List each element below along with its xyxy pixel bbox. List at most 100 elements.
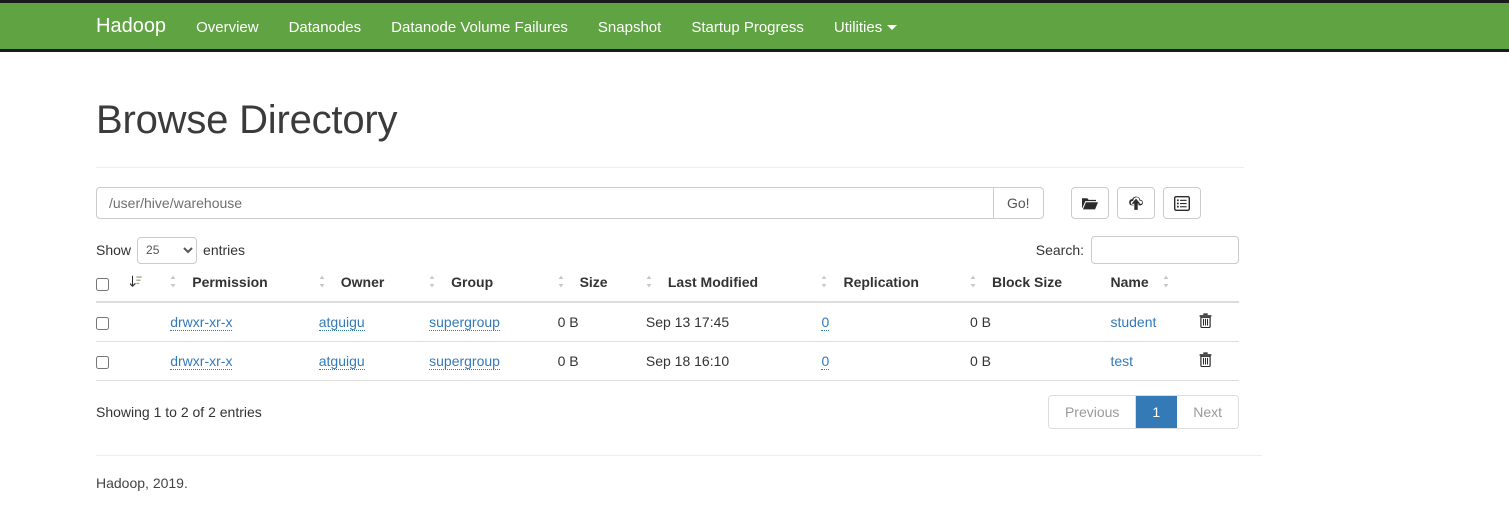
chevron-down-icon — [887, 25, 897, 30]
table-row: drwxr-xr-x atguigu supergroup 0 B Sep 13… — [96, 302, 1239, 342]
new-directory-button[interactable] — [1071, 187, 1109, 219]
pagination-page-1[interactable]: 1 — [1136, 396, 1177, 428]
cell-group: supergroup — [429, 342, 557, 381]
entries-per-page-select[interactable]: 25 — [137, 237, 197, 264]
sort-icon-size[interactable] — [558, 275, 568, 291]
th-name[interactable]: Name — [1110, 274, 1198, 302]
th-sort-all[interactable] — [130, 274, 170, 302]
sort-icon-owner[interactable] — [319, 275, 329, 291]
pagination-next[interactable]: Next — [1177, 396, 1238, 428]
row-spacer-cell — [130, 302, 170, 342]
brand-logo[interactable]: Hadoop — [96, 16, 166, 36]
group-link[interactable]: supergroup — [429, 353, 500, 370]
th-group[interactable]: Group — [429, 274, 557, 302]
cell-block-size: 0 B — [970, 302, 1110, 342]
sort-icon-last-modified[interactable] — [646, 275, 656, 291]
path-input-group: Go! — [96, 187, 1044, 219]
show-label: Show — [96, 242, 131, 258]
group-link[interactable]: supergroup — [429, 314, 500, 331]
show-entries-control: Show 25 entries — [96, 237, 245, 264]
file-name-link[interactable]: student — [1110, 314, 1156, 330]
entries-label: entries — [203, 242, 245, 258]
trash-icon — [1199, 355, 1212, 370]
th-size-label: Size — [580, 274, 608, 290]
path-bar-row: Go! — [96, 187, 1413, 219]
cut-paste-button[interactable] — [1163, 187, 1201, 219]
row-select-cell[interactable] — [96, 302, 130, 342]
th-owner[interactable]: Owner — [319, 274, 429, 302]
cell-replication: 0 — [821, 302, 970, 342]
table-info: Showing 1 to 2 of 2 entries — [96, 404, 262, 420]
delete-row-button[interactable] — [1199, 352, 1212, 367]
th-permission-label: Permission — [192, 274, 267, 290]
sort-amount-icon[interactable] — [130, 275, 142, 291]
th-permission[interactable]: Permission — [170, 274, 319, 302]
table-header-row: Permission Owner Group Size — [96, 274, 1239, 302]
th-replication[interactable]: Replication — [821, 274, 970, 302]
table-body: drwxr-xr-x atguigu supergroup 0 B Sep 13… — [96, 302, 1239, 381]
th-actions — [1199, 274, 1239, 302]
cell-size: 0 B — [558, 342, 646, 381]
th-last-modified[interactable]: Last Modified — [646, 274, 822, 302]
row-spacer-cell — [130, 342, 170, 381]
sidebar-item-datanodes[interactable]: Datanodes — [289, 19, 362, 37]
sort-icon-replication[interactable] — [821, 275, 831, 291]
pagination: Previous 1 Next — [1048, 395, 1239, 429]
sort-icon-group[interactable] — [429, 275, 439, 291]
navbar-items: Hadoop Overview Datanodes Datanode Volum… — [0, 16, 897, 37]
table-controls: Show 25 entries Search: — [96, 236, 1239, 264]
table-row: drwxr-xr-x atguigu supergroup 0 B Sep 18… — [96, 342, 1239, 381]
cell-permission: drwxr-xr-x — [170, 302, 319, 342]
row-select-cell[interactable] — [96, 342, 130, 381]
permission-link[interactable]: drwxr-xr-x — [170, 353, 232, 370]
go-button[interactable]: Go! — [993, 187, 1044, 219]
main-container: Browse Directory Go! — [0, 97, 1509, 491]
replication-link[interactable]: 0 — [821, 314, 829, 331]
cell-owner: atguigu — [319, 342, 429, 381]
th-replication-label: Replication — [843, 274, 918, 290]
sidebar-item-startup-progress[interactable]: Startup Progress — [691, 19, 804, 37]
cell-last-modified: Sep 18 16:10 — [646, 342, 822, 381]
delete-row-button[interactable] — [1199, 313, 1212, 328]
row-checkbox[interactable] — [96, 356, 109, 369]
th-block-size[interactable]: Block Size — [970, 274, 1110, 302]
file-name-link[interactable]: test — [1110, 353, 1133, 369]
sort-icon-name[interactable] — [1163, 275, 1173, 291]
table-footer: Showing 1 to 2 of 2 entries Previous 1 N… — [96, 395, 1239, 429]
sidebar-item-snapshot[interactable]: Snapshot — [598, 19, 661, 37]
footer-divider — [96, 455, 1262, 456]
sidebar-item-overview[interactable]: Overview — [196, 19, 259, 37]
directory-path-input[interactable] — [96, 187, 993, 219]
upload-files-button[interactable] — [1117, 187, 1155, 219]
page-footer: Hadoop, 2019. — [96, 475, 1413, 491]
search-control: Search: — [1036, 236, 1239, 264]
permission-link[interactable]: drwxr-xr-x — [170, 314, 232, 331]
th-owner-label: Owner — [341, 274, 385, 290]
th-size[interactable]: Size — [558, 274, 646, 302]
owner-link[interactable]: atguigu — [319, 353, 365, 370]
sort-icon-permission[interactable] — [170, 275, 180, 291]
cell-actions — [1199, 342, 1239, 381]
th-group-label: Group — [451, 274, 493, 290]
cell-permission: drwxr-xr-x — [170, 342, 319, 381]
owner-link[interactable]: atguigu — [319, 314, 365, 331]
pagination-previous[interactable]: Previous — [1049, 396, 1136, 428]
replication-link[interactable]: 0 — [821, 353, 829, 370]
cloud-upload-icon — [1127, 196, 1145, 211]
search-input[interactable] — [1091, 236, 1239, 264]
select-all-checkbox[interactable] — [96, 278, 109, 291]
cell-name: student — [1110, 302, 1198, 342]
trash-icon — [1199, 316, 1212, 331]
sort-icon-block-size[interactable] — [970, 275, 980, 291]
cell-actions — [1199, 302, 1239, 342]
th-select-all[interactable] — [96, 274, 130, 302]
sidebar-item-datanode-volume-failures[interactable]: Datanode Volume Failures — [391, 19, 568, 37]
cell-group: supergroup — [429, 302, 557, 342]
sidebar-item-utilities[interactable]: Utilities — [834, 19, 897, 37]
cell-replication: 0 — [821, 342, 970, 381]
row-checkbox[interactable] — [96, 317, 109, 330]
table-header: Permission Owner Group Size — [96, 274, 1239, 302]
page-title: Browse Directory — [96, 97, 1413, 143]
th-block-size-label: Block Size — [992, 274, 1062, 290]
list-alt-icon — [1174, 196, 1190, 211]
